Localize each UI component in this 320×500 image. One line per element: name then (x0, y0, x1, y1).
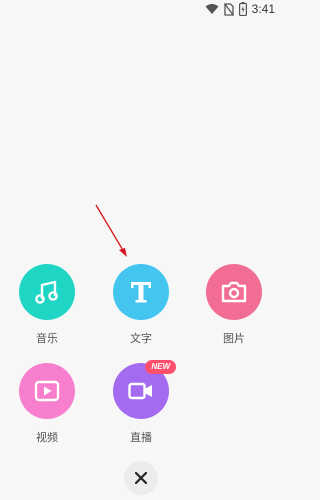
play-icon (34, 380, 60, 402)
close-button[interactable] (124, 461, 158, 495)
menu-item-text[interactable]: 文字 (111, 264, 171, 346)
camera-icon (221, 281, 247, 303)
video-button[interactable] (19, 363, 75, 419)
menu-item-live-label: 直播 (130, 431, 152, 444)
new-badge: NEW (145, 360, 176, 374)
menu-item-music-label: 音乐 (36, 332, 58, 345)
menu-item-picture-label: 图片 (223, 332, 245, 345)
menu-item-live[interactable]: NEW 直播 (111, 360, 176, 445)
picture-button[interactable] (206, 264, 262, 320)
music-note-icon (35, 280, 58, 304)
text-t-icon (131, 282, 151, 303)
menu-item-video-label: 视频 (36, 431, 58, 444)
music-button[interactable] (19, 264, 75, 320)
video-camera-icon (128, 382, 152, 400)
menu-item-text-label: 文字 (130, 332, 152, 345)
menu-item-picture[interactable]: 图片 (204, 264, 264, 346)
live-button[interactable]: NEW (113, 360, 176, 419)
text-button[interactable] (113, 264, 169, 320)
menu-item-music[interactable]: 音乐 (17, 264, 77, 346)
menu-item-video[interactable]: 视频 (17, 363, 77, 445)
close-icon (135, 472, 147, 484)
